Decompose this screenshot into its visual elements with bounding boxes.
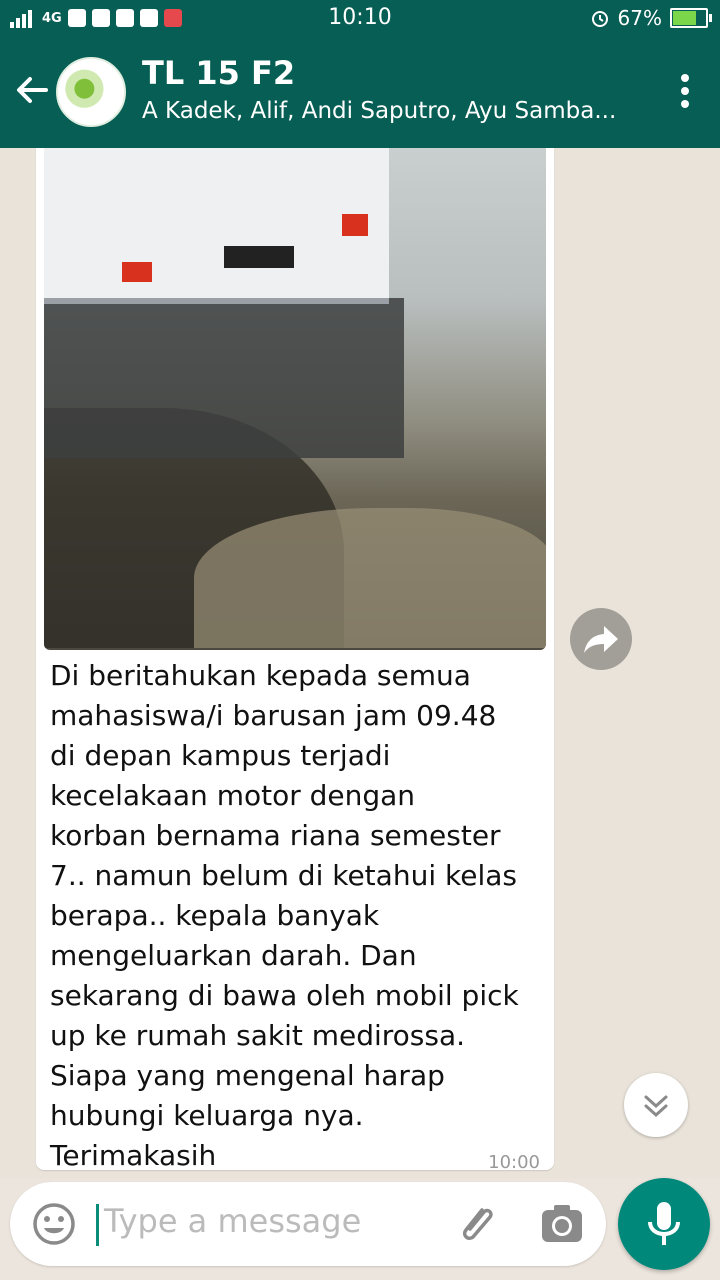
camera-icon[interactable] [540, 1204, 584, 1244]
message-text: Di beritahukan kepada semua mahasiswa/i … [50, 659, 519, 1172]
battery-level [673, 11, 696, 25]
scroll-down-button[interactable] [624, 1073, 688, 1137]
arrow-left-icon[interactable] [14, 72, 50, 108]
microphone-icon [648, 1202, 680, 1245]
message-photo[interactable] [44, 148, 546, 650]
message-input[interactable]: Type a message [104, 1202, 361, 1240]
message-time: 10:00 [488, 1152, 540, 1173]
message-bubble[interactable]: Di beritahukan kepada semua mahasiswa/i … [36, 148, 554, 1173]
message-composer: Type a message [10, 1182, 606, 1266]
text-caret [96, 1204, 99, 1246]
alarm-icon [591, 11, 608, 27]
chevron-down-icon [644, 1095, 668, 1118]
battery-icon [670, 8, 712, 28]
chat-area[interactable]: Di beritahukan kepada semua mahasiswa/i … [0, 148, 720, 1178]
group-members[interactable]: A Kadek, Alif, Andi Saputro, Ayu Samba..… [142, 98, 616, 124]
status-icons-right: 67% [590, 4, 712, 32]
group-title[interactable]: TL 15 F2 [142, 54, 295, 92]
mic-button[interactable] [618, 1178, 710, 1270]
paperclip-icon[interactable] [452, 1200, 500, 1248]
chat-header: TL 15 F2 A Kadek, Alif, Andi Saputro, Ay… [0, 36, 720, 148]
forward-button[interactable] [570, 608, 632, 670]
truck-image [44, 148, 389, 304]
more-vert-icon[interactable] [680, 74, 690, 110]
battery-percent: 67% [617, 6, 662, 30]
forward-icon [584, 626, 618, 653]
status-bar: 4G 10:10 67% [0, 0, 720, 36]
group-avatar[interactable] [56, 57, 126, 127]
emoji-icon[interactable] [32, 1202, 76, 1246]
